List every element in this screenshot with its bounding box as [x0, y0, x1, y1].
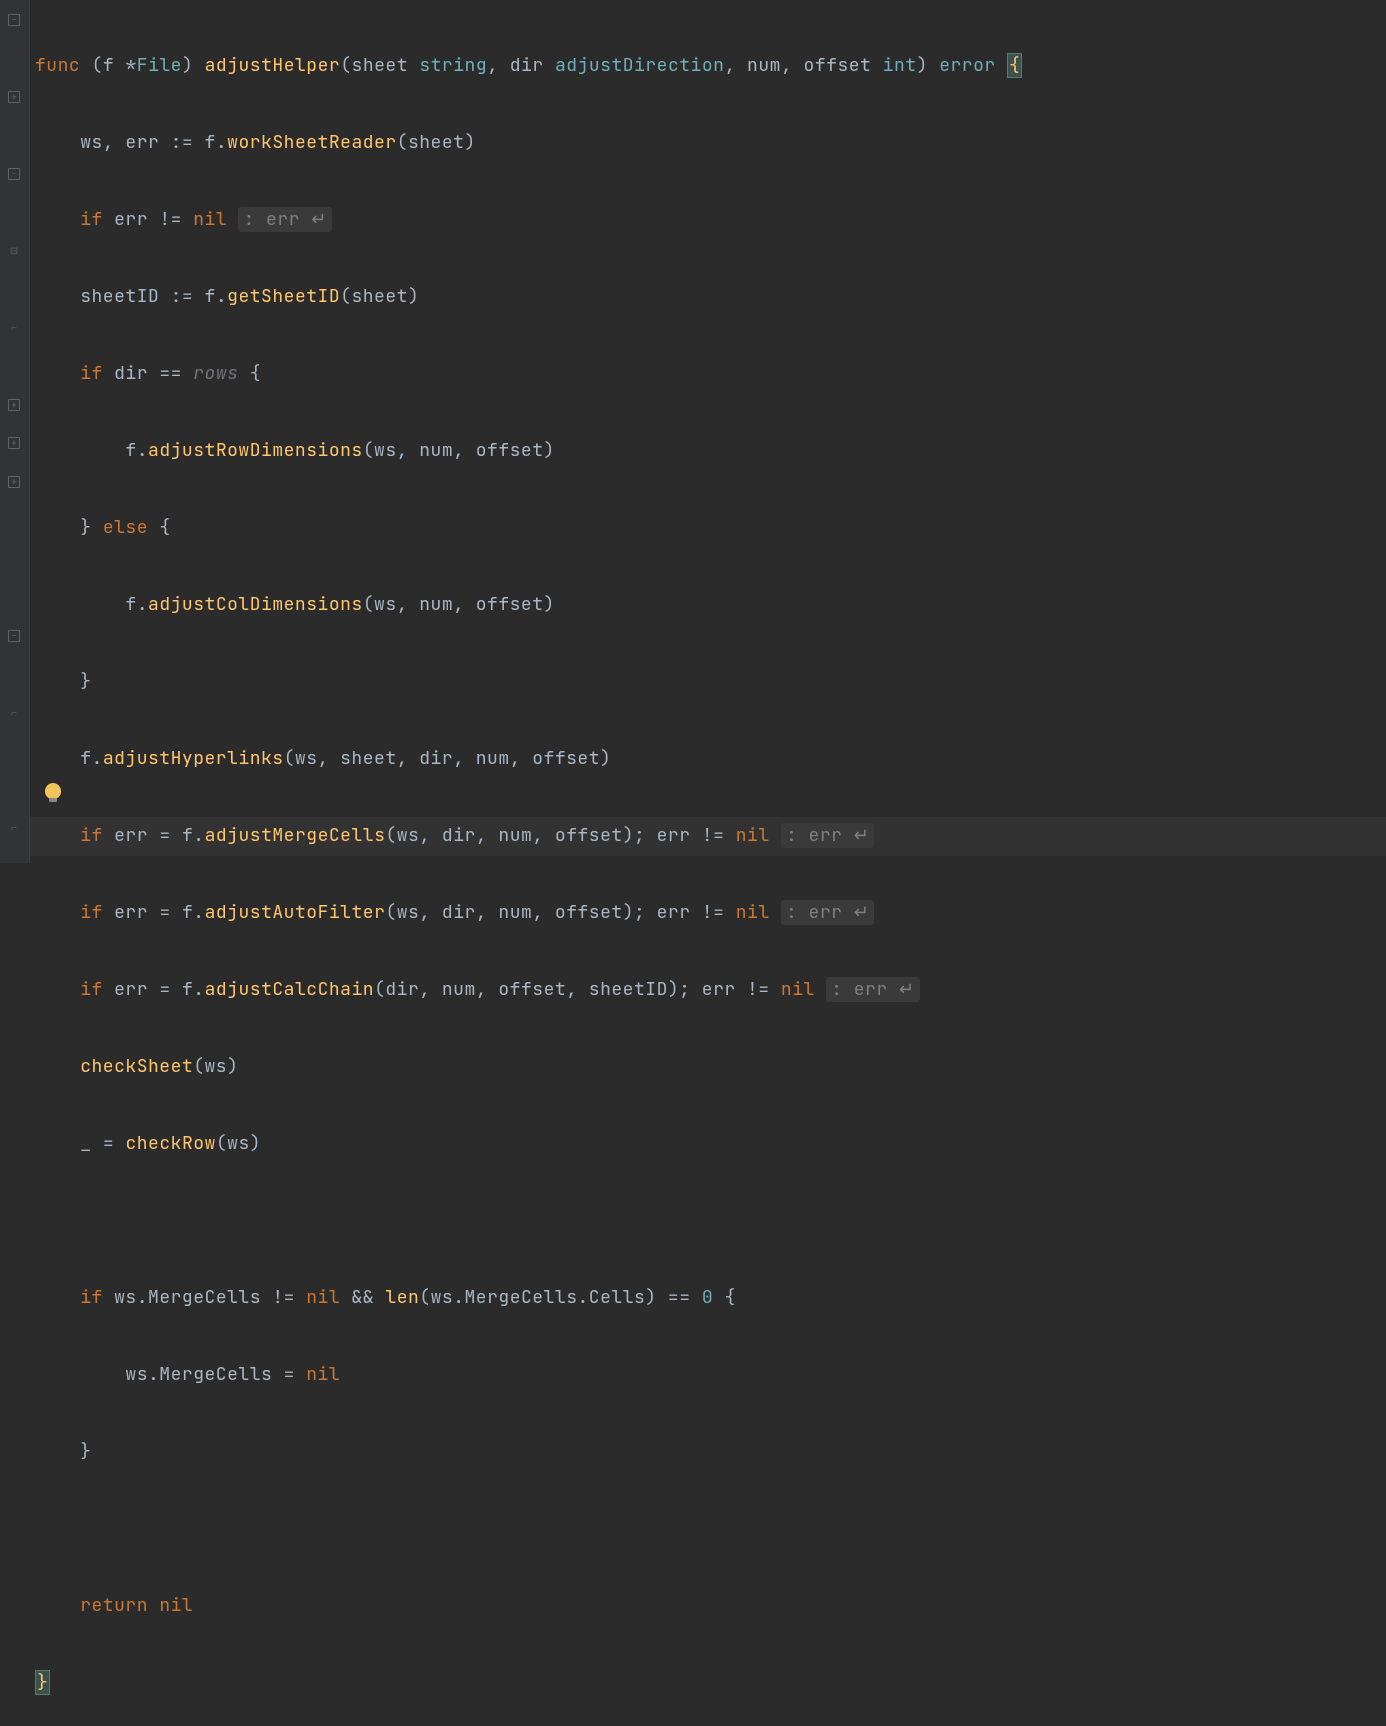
- code-line[interactable]: ws, err := f.workSheetReader(sheet): [35, 124, 1022, 163]
- fold-toggle-icon[interactable]: −: [8, 630, 20, 642]
- code-line[interactable]: _ = checkRow(ws): [35, 1125, 1022, 1164]
- fold-toggle-icon[interactable]: −: [8, 14, 20, 26]
- fold-end-icon[interactable]: ⌐: [8, 322, 20, 334]
- code-line[interactable]: return nil: [35, 1587, 1022, 1626]
- folded-code-region[interactable]: : err ↵: [826, 977, 919, 1002]
- code-editor-content[interactable]: func (f *File) adjustHelper(sheet string…: [35, 8, 1022, 1726]
- code-line[interactable]: f.adjustRowDimensions(ws, num, offset): [35, 432, 1022, 471]
- fold-mid-icon[interactable]: ⊟: [8, 245, 20, 257]
- code-line[interactable]: f.adjustHyperlinks(ws, sheet, dir, num, …: [35, 740, 1022, 779]
- fold-toggle-icon[interactable]: −: [8, 168, 20, 180]
- code-line[interactable]: checkSheet(ws): [35, 1048, 1022, 1087]
- code-line[interactable]: func (f *File) adjustHelper(sheet string…: [35, 47, 1022, 86]
- code-line[interactable]: sheetID := f.getSheetID(sheet): [35, 278, 1022, 317]
- code-line[interactable]: }: [35, 1433, 1022, 1472]
- matched-brace: }: [35, 1670, 50, 1695]
- code-line[interactable]: f.adjustColDimensions(ws, num, offset): [35, 586, 1022, 625]
- code-line[interactable]: [35, 1202, 1022, 1241]
- code-line[interactable]: [35, 1510, 1022, 1549]
- code-line[interactable]: if dir == rows {: [35, 355, 1022, 394]
- code-line[interactable]: ws.MergeCells = nil: [35, 1356, 1022, 1395]
- code-line[interactable]: if err != nil : err ↵: [35, 201, 1022, 240]
- folded-code-region[interactable]: : err ↵: [238, 207, 331, 232]
- fold-expand-icon[interactable]: +: [8, 476, 20, 488]
- matched-brace: {: [1007, 53, 1022, 78]
- function-name: adjustHelper: [205, 54, 341, 77]
- fold-expand-icon[interactable]: +: [8, 399, 20, 411]
- fold-expand-icon[interactable]: +: [8, 437, 20, 449]
- code-line[interactable]: if err = f.adjustAutoFilter(ws, dir, num…: [35, 894, 1022, 933]
- code-line[interactable]: }: [35, 663, 1022, 702]
- code-line[interactable]: if ws.MergeCells != nil && len(ws.MergeC…: [35, 1279, 1022, 1318]
- code-line[interactable]: if err = f.adjustCalcChain(dir, num, off…: [35, 971, 1022, 1010]
- editor-gutter: − + − ⊟ ⌐ + + + − ⌐ ⌐: [0, 0, 30, 863]
- keyword: func: [35, 54, 80, 77]
- code-line[interactable]: }: [35, 1664, 1022, 1703]
- fold-end-icon[interactable]: ⌐: [8, 707, 20, 719]
- fold-end-icon[interactable]: ⌐: [8, 822, 20, 834]
- code-line[interactable]: if err = f.adjustMergeCells(ws, dir, num…: [35, 817, 1022, 856]
- folded-code-region[interactable]: : err ↵: [781, 900, 874, 925]
- folded-code-region[interactable]: : err ↵: [781, 823, 874, 848]
- fold-expand-icon[interactable]: +: [8, 91, 20, 103]
- code-line[interactable]: } else {: [35, 509, 1022, 548]
